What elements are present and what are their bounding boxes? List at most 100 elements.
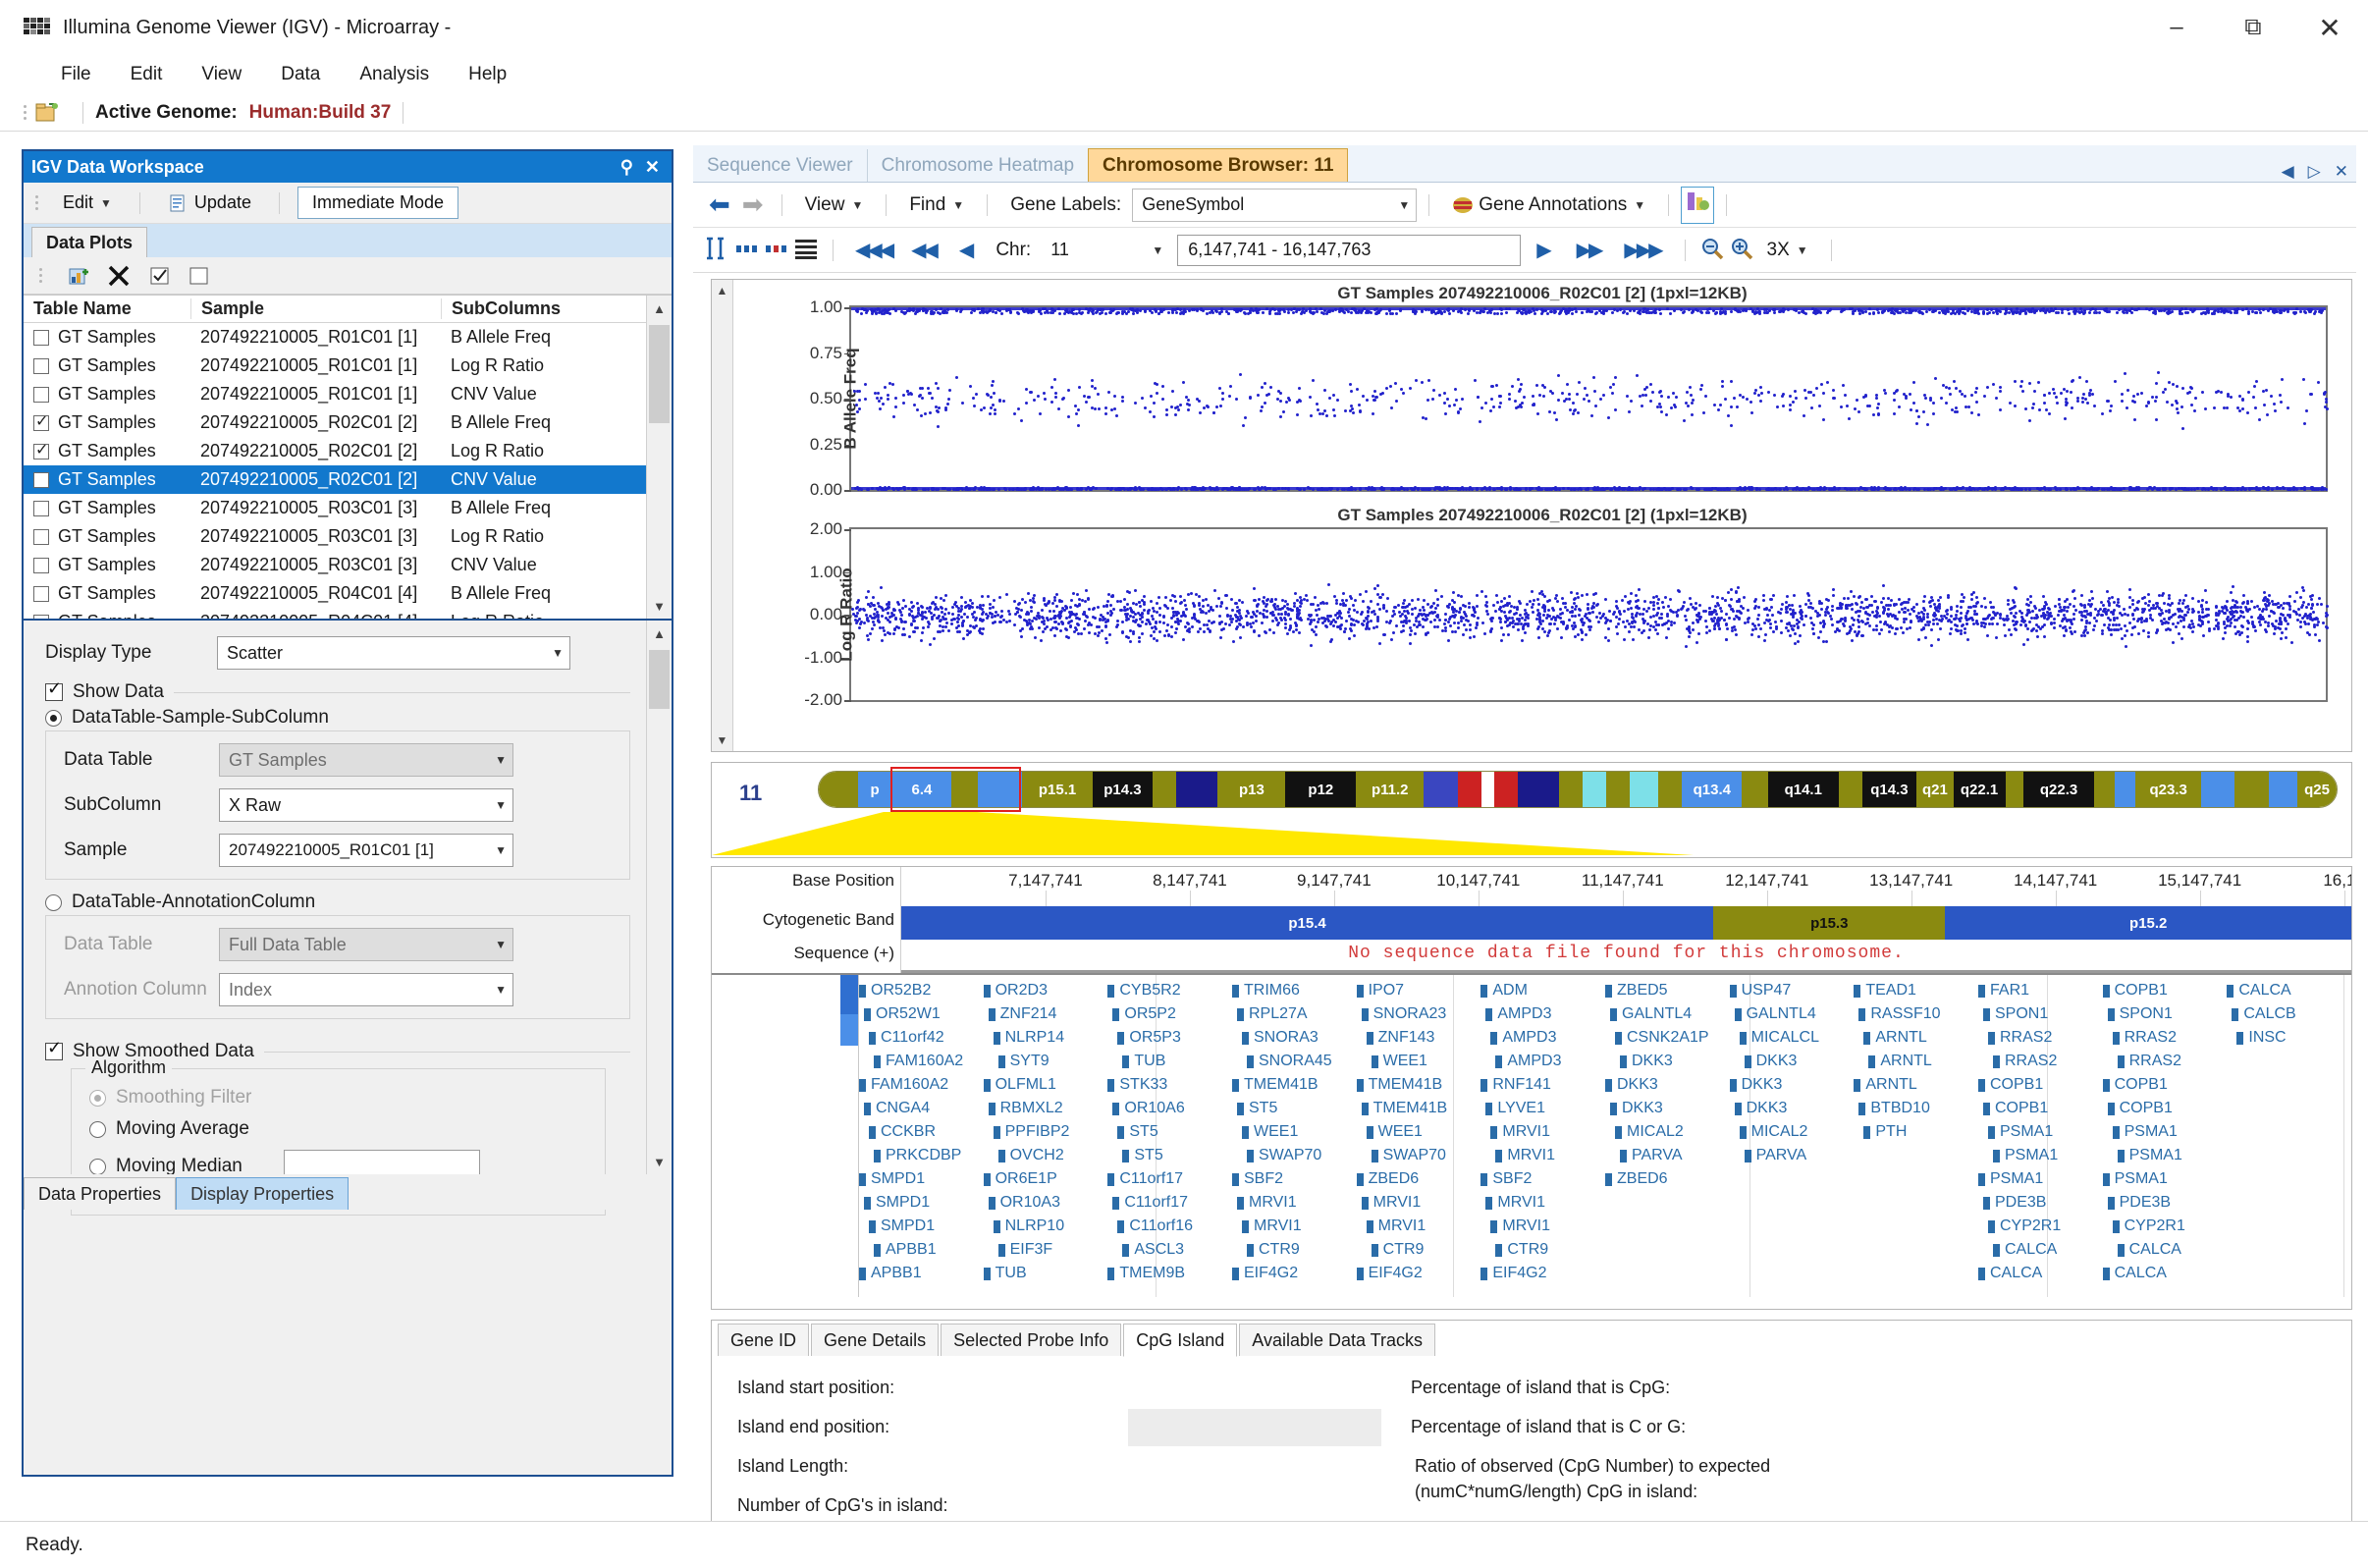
ideogram-band[interactable] — [1559, 772, 1584, 807]
row-checkbox[interactable] — [33, 500, 49, 516]
check-all-icon[interactable] — [149, 265, 171, 287]
tab-scroll-right-icon[interactable]: ▷ — [2308, 162, 2321, 182]
gene-item[interactable]: OR52W1 — [859, 1002, 984, 1026]
ideogram-band[interactable]: p11.2 — [1356, 772, 1425, 807]
gene-item[interactable]: TMEM9B — [1107, 1262, 1232, 1285]
datatable-annotationcolumn-radio[interactable] — [45, 893, 62, 911]
tab-available-data-tracks[interactable]: Available Data Tracks — [1239, 1324, 1436, 1356]
table-scrollbar[interactable]: ▲ ▼ — [646, 296, 672, 619]
gene-item[interactable]: DKK3 — [1730, 1097, 1855, 1120]
row-checkbox[interactable] — [33, 386, 49, 403]
ideogram-band[interactable]: q23.3 — [2135, 772, 2201, 807]
gene-item[interactable]: RASSF10 — [1854, 1002, 1978, 1026]
data-table2-select[interactable]: Full Data Table ▼ — [219, 928, 513, 961]
tab-scroll-left-icon[interactable]: ◀ — [2282, 162, 2294, 182]
immediate-mode-button[interactable]: Immediate Mode — [296, 187, 459, 219]
gene-item[interactable]: RRAS2 — [1978, 1050, 2103, 1073]
gene-item[interactable]: COPB1 — [2102, 979, 2228, 1002]
ideogram-bands[interactable]: p 6.4 p15.1 p14.3 p13 p12 p11.2 q13.4 q14.1 q14.3… — [818, 771, 2338, 808]
cytogenetic-segment[interactable]: p15.2 — [1945, 906, 2351, 940]
gene-item[interactable]: SMPD1 — [859, 1215, 984, 1238]
menu-edit[interactable]: Edit — [111, 61, 183, 88]
gene-item[interactable]: ARNTL — [1854, 1050, 1978, 1073]
edit-menu-button[interactable]: Edit ▼ — [53, 189, 122, 216]
gene-item[interactable]: CALCA — [2103, 1238, 2228, 1262]
table-row[interactable]: GT Samples 207492210005_R04C01 [4]Log R R… — [24, 608, 646, 619]
gene-item[interactable]: SNORA23 — [1357, 1002, 1481, 1026]
gene-item[interactable]: AMPD3 — [1480, 1026, 1605, 1050]
table-row[interactable]: GT Samples 207492210005_R01C01 [1] B Allel… — [24, 323, 646, 351]
gene-item[interactable]: CALCA — [1978, 1262, 2103, 1285]
gene-item[interactable]: ST5 — [1107, 1144, 1232, 1167]
toolbar-grip[interactable] — [33, 192, 41, 214]
ideogram-band[interactable]: q21 — [1916, 772, 1954, 807]
zoom-in-icon[interactable] — [1727, 236, 1756, 265]
nav-forward-icon[interactable]: ➡ — [736, 189, 770, 220]
minimize-button[interactable]: – — [2138, 0, 2215, 55]
gene-track-canvas[interactable]: OR52B2 OR52W1 C11orf42 FAM160A2 FAM160A2 CNGA… — [859, 975, 2351, 1297]
gene-item[interactable]: AMPD3 — [1480, 1002, 1605, 1026]
gene-item[interactable]: APBB1 — [859, 1238, 984, 1262]
ideogram-band[interactable]: q14.3 — [1861, 772, 1917, 807]
column-header-subcolumns[interactable]: SubColumns — [441, 298, 618, 319]
zoom-in-region-icon[interactable] — [762, 236, 791, 265]
ideogram-band[interactable]: p — [857, 772, 892, 807]
ideogram-band[interactable]: p14.3 — [1092, 772, 1153, 807]
gene-item[interactable]: TMEM41B — [1356, 1073, 1481, 1097]
ideogram-band[interactable] — [1457, 772, 1481, 807]
gene-item[interactable]: COPB1 — [1978, 1073, 2103, 1097]
gene-item[interactable]: LYVE1 — [1480, 1097, 1605, 1120]
ideogram-band[interactable] — [1838, 772, 1862, 807]
gene-item[interactable]: ARNTL — [1854, 1026, 1978, 1050]
plot-area-lrr[interactable]: Log R Ratio 2.00 1.00 0.00 -1.00 -2.00 — [804, 519, 2329, 709]
gene-item[interactable]: EIF4G2 — [1232, 1262, 1357, 1285]
ideogram-band[interactable]: q25 — [2297, 772, 2337, 807]
gene-item[interactable]: CSNK2A1P — [1605, 1026, 1730, 1050]
gene-item[interactable]: PDE3B — [1978, 1191, 2103, 1215]
scroll-up-arrow[interactable]: ▲ — [647, 296, 672, 321]
gene-item[interactable]: ST5 — [1107, 1120, 1232, 1144]
gene-item[interactable]: CYP2R1 — [2103, 1215, 2228, 1238]
subcolumn-select[interactable]: X Raw ▼ — [219, 788, 513, 822]
gene-item[interactable]: INSC — [2227, 1026, 2351, 1050]
plot-area-baf[interactable]: B Allele Freq 1.00 0.75 0.50 0.25 0.00 — [810, 297, 2329, 499]
table-row[interactable]: GT Samples 207492210005_R01C01 [1] Log R R… — [24, 351, 646, 380]
plots-scrollbar[interactable]: ▲ ▼ — [712, 280, 733, 751]
gene-item[interactable]: GALNTL4 — [1605, 1002, 1730, 1026]
gene-item[interactable]: CYP2R1 — [1978, 1215, 2103, 1238]
row-checkbox[interactable] — [33, 557, 49, 573]
open-project-icon[interactable] — [35, 101, 61, 125]
scroll-up-arrow[interactable]: ▲ — [712, 280, 732, 301]
gene-item[interactable]: PRKCDBP — [859, 1144, 984, 1167]
datatable-sample-subcolumn-radio[interactable] — [45, 709, 62, 727]
gene-item[interactable]: OVCH2 — [984, 1144, 1108, 1167]
gene-item[interactable]: TRIM66 — [1232, 979, 1357, 1002]
gene-item[interactable]: FAR1 — [1978, 979, 2103, 1002]
ideogram-band[interactable]: q14.1 — [1767, 772, 1839, 807]
scroll-down-arrow[interactable]: ▼ — [647, 593, 672, 619]
gene-item[interactable]: RNF141 — [1480, 1073, 1605, 1097]
gene-item[interactable]: RPL27A — [1232, 1002, 1357, 1026]
close-button[interactable]: ✕ — [2291, 0, 2368, 55]
gene-item[interactable]: ASCL3 — [1107, 1238, 1232, 1262]
add-plot-icon[interactable] — [69, 266, 88, 286]
gene-item[interactable]: SPON1 — [2103, 1002, 2228, 1026]
gene-item[interactable]: EIF3F — [984, 1238, 1108, 1262]
ideogram-band[interactable]: q22.1 — [1953, 772, 2006, 807]
gene-item[interactable]: PSMA1 — [2103, 1144, 2228, 1167]
toolbar-grip[interactable] — [37, 265, 45, 287]
cytogenetic-segment[interactable]: p15.4 — [901, 906, 1714, 940]
gene-item[interactable]: NLRP10 — [984, 1215, 1108, 1238]
ideogram-band[interactable]: p13 — [1217, 772, 1286, 807]
gene-item[interactable]: OR10A6 — [1107, 1097, 1232, 1120]
gene-item[interactable]: ZNF214 — [984, 1002, 1108, 1026]
gene-item[interactable]: ZNF143 — [1357, 1026, 1481, 1050]
tab-gene-id[interactable]: Gene ID — [718, 1324, 810, 1356]
ideogram-band[interactable]: q22.3 — [2023, 772, 2094, 807]
gene-item[interactable]: RRAS2 — [2103, 1026, 2228, 1050]
gene-item[interactable]: C11orf42 — [859, 1026, 984, 1050]
gene-item[interactable]: PARVA — [1730, 1144, 1855, 1167]
ideogram-band[interactable] — [2115, 772, 2136, 807]
gene-item[interactable]: MICAL2 — [1605, 1120, 1730, 1144]
tab-gene-details[interactable]: Gene Details — [811, 1324, 940, 1356]
